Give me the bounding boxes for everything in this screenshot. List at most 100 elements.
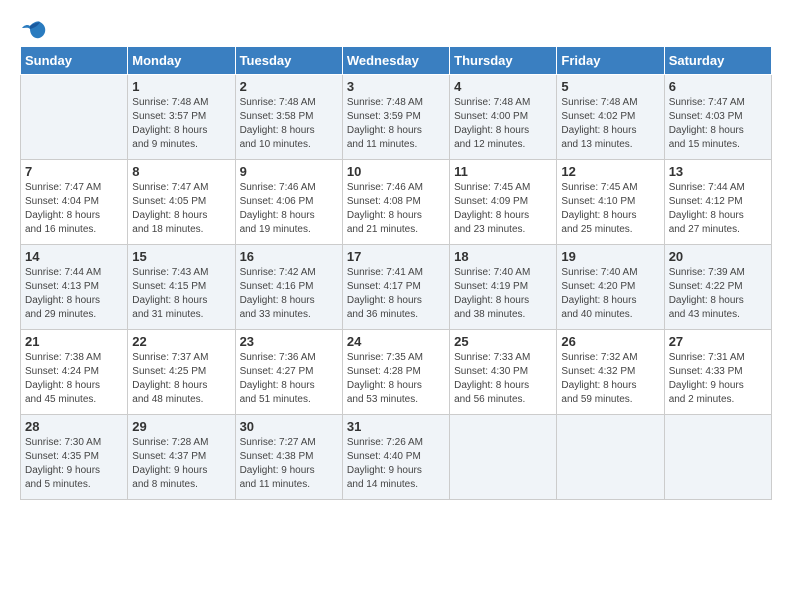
header-day-sunday: Sunday (21, 47, 128, 75)
calendar-cell (664, 415, 771, 500)
calendar-cell: 1Sunrise: 7:48 AM Sunset: 3:57 PM Daylig… (128, 75, 235, 160)
week-row-2: 7 Sunrise: 7:47 AM Sunset: 4:04 PM Daylig… (21, 160, 772, 245)
logo-bird-icon (22, 20, 46, 40)
day-info: Sunrise: 7:47 AM Sunset: 4:05 PM Dayligh… (132, 181, 230, 237)
calendar-cell: 16 Sunrise: 7:42 AM Sunset: 4:16 PM Dayli… (235, 245, 342, 330)
day-number: 12 (561, 164, 659, 179)
day-number: 8 (132, 164, 230, 179)
day-info: Sunrise: 7:46 AM Sunset: 4:08 PM Dayligh… (347, 181, 445, 237)
calendar-cell: 23 Sunrise: 7:36 AM Sunset: 4:27 PM Dayli… (235, 330, 342, 415)
calendar-header: SundayMondayTuesdayWednesdayThursdayFrid… (21, 47, 772, 75)
day-info: Sunrise: 7:42 AM Sunset: 4:16 PM Dayligh… (240, 266, 338, 322)
day-number: 7 (25, 164, 123, 179)
day-number: 15 (132, 249, 230, 264)
calendar-cell: 6 Sunrise: 7:47 AM Sunset: 4:03 PM Daylig… (664, 75, 771, 160)
day-number: 25 (454, 334, 552, 349)
calendar-cell: 12 Sunrise: 7:45 AM Sunset: 4:10 PM Dayli… (557, 160, 664, 245)
day-number: 28 (25, 419, 123, 434)
day-info: Sunrise: 7:28 AM Sunset: 4:37 PM Dayligh… (132, 436, 230, 492)
day-number: 23 (240, 334, 338, 349)
calendar-cell: 11 Sunrise: 7:45 AM Sunset: 4:09 PM Dayli… (450, 160, 557, 245)
calendar-cell: 21 Sunrise: 7:38 AM Sunset: 4:24 PM Dayli… (21, 330, 128, 415)
day-info: Sunrise: 7:47 AM Sunset: 4:03 PM Dayligh… (669, 96, 767, 152)
day-number: 3 (347, 79, 445, 94)
day-number: 17 (347, 249, 445, 264)
day-number: 2 (240, 79, 338, 94)
calendar-cell: 13Sunrise: 7:44 AM Sunset: 4:12 PM Dayli… (664, 160, 771, 245)
day-info: Sunrise: 7:45 AM Sunset: 4:09 PM Dayligh… (454, 181, 552, 237)
day-number: 26 (561, 334, 659, 349)
day-info: Sunrise: 7:45 AM Sunset: 4:10 PM Dayligh… (561, 181, 659, 237)
calendar-cell: 5 Sunrise: 7:48 AM Sunset: 4:02 PM Daylig… (557, 75, 664, 160)
header-day-friday: Friday (557, 47, 664, 75)
calendar-cell: 29Sunrise: 7:28 AM Sunset: 4:37 PM Dayli… (128, 415, 235, 500)
day-number: 20 (669, 249, 767, 264)
day-number: 24 (347, 334, 445, 349)
header-day-tuesday: Tuesday (235, 47, 342, 75)
calendar-cell: 3Sunrise: 7:48 AM Sunset: 3:59 PM Daylig… (342, 75, 449, 160)
day-info: Sunrise: 7:41 AM Sunset: 4:17 PM Dayligh… (347, 266, 445, 322)
day-info: Sunrise: 7:43 AM Sunset: 4:15 PM Dayligh… (132, 266, 230, 322)
day-info: Sunrise: 7:26 AM Sunset: 4:40 PM Dayligh… (347, 436, 445, 492)
calendar-cell: 7 Sunrise: 7:47 AM Sunset: 4:04 PM Daylig… (21, 160, 128, 245)
calendar-table: SundayMondayTuesdayWednesdayThursdayFrid… (20, 46, 772, 500)
day-number: 22 (132, 334, 230, 349)
day-info: Sunrise: 7:30 AM Sunset: 4:35 PM Dayligh… (25, 436, 123, 492)
day-info: Sunrise: 7:48 AM Sunset: 3:58 PM Dayligh… (240, 96, 338, 152)
day-number: 11 (454, 164, 552, 179)
day-number: 31 (347, 419, 445, 434)
day-number: 9 (240, 164, 338, 179)
calendar-cell: 31 Sunrise: 7:26 AM Sunset: 4:40 PM Dayli… (342, 415, 449, 500)
day-info: Sunrise: 7:38 AM Sunset: 4:24 PM Dayligh… (25, 351, 123, 407)
day-info: Sunrise: 7:39 AM Sunset: 4:22 PM Dayligh… (669, 266, 767, 322)
week-row-5: 28 Sunrise: 7:30 AM Sunset: 4:35 PM Dayli… (21, 415, 772, 500)
day-number: 6 (669, 79, 767, 94)
calendar-cell: 18Sunrise: 7:40 AM Sunset: 4:19 PM Dayli… (450, 245, 557, 330)
day-info: Sunrise: 7:35 AM Sunset: 4:28 PM Dayligh… (347, 351, 445, 407)
calendar-cell: 15 Sunrise: 7:43 AM Sunset: 4:15 PM Dayli… (128, 245, 235, 330)
day-number: 1 (132, 79, 230, 94)
calendar-cell: 24 Sunrise: 7:35 AM Sunset: 4:28 PM Dayli… (342, 330, 449, 415)
calendar-cell: 30 Sunrise: 7:27 AM Sunset: 4:38 PM Dayli… (235, 415, 342, 500)
day-info: Sunrise: 7:40 AM Sunset: 4:20 PM Dayligh… (561, 266, 659, 322)
calendar-cell: 9 Sunrise: 7:46 AM Sunset: 4:06 PM Daylig… (235, 160, 342, 245)
calendar-cell (557, 415, 664, 500)
day-info: Sunrise: 7:48 AM Sunset: 4:02 PM Dayligh… (561, 96, 659, 152)
calendar-cell: 25 Sunrise: 7:33 AM Sunset: 4:30 PM Dayli… (450, 330, 557, 415)
week-row-4: 21 Sunrise: 7:38 AM Sunset: 4:24 PM Dayli… (21, 330, 772, 415)
calendar-cell: 14Sunrise: 7:44 AM Sunset: 4:13 PM Dayli… (21, 245, 128, 330)
header-row: SundayMondayTuesdayWednesdayThursdayFrid… (21, 47, 772, 75)
day-number: 27 (669, 334, 767, 349)
day-number: 21 (25, 334, 123, 349)
day-number: 5 (561, 79, 659, 94)
week-row-1: 1Sunrise: 7:48 AM Sunset: 3:57 PM Daylig… (21, 75, 772, 160)
day-info: Sunrise: 7:40 AM Sunset: 4:19 PM Dayligh… (454, 266, 552, 322)
header-day-monday: Monday (128, 47, 235, 75)
calendar-cell (21, 75, 128, 160)
day-number: 19 (561, 249, 659, 264)
logo (20, 20, 46, 36)
calendar-cell: 17 Sunrise: 7:41 AM Sunset: 4:17 PM Dayli… (342, 245, 449, 330)
day-info: Sunrise: 7:31 AM Sunset: 4:33 PM Dayligh… (669, 351, 767, 407)
day-info: Sunrise: 7:33 AM Sunset: 4:30 PM Dayligh… (454, 351, 552, 407)
day-number: 30 (240, 419, 338, 434)
day-info: Sunrise: 7:32 AM Sunset: 4:32 PM Dayligh… (561, 351, 659, 407)
calendar-cell: 2 Sunrise: 7:48 AM Sunset: 3:58 PM Daylig… (235, 75, 342, 160)
calendar-cell: 4Sunrise: 7:48 AM Sunset: 4:00 PM Daylig… (450, 75, 557, 160)
day-info: Sunrise: 7:46 AM Sunset: 4:06 PM Dayligh… (240, 181, 338, 237)
day-info: Sunrise: 7:27 AM Sunset: 4:38 PM Dayligh… (240, 436, 338, 492)
calendar-cell: 20 Sunrise: 7:39 AM Sunset: 4:22 PM Dayli… (664, 245, 771, 330)
calendar-cell: 26 Sunrise: 7:32 AM Sunset: 4:32 PM Dayli… (557, 330, 664, 415)
page-header (20, 20, 772, 36)
week-row-3: 14Sunrise: 7:44 AM Sunset: 4:13 PM Dayli… (21, 245, 772, 330)
day-info: Sunrise: 7:36 AM Sunset: 4:27 PM Dayligh… (240, 351, 338, 407)
calendar-cell: 22Sunrise: 7:37 AM Sunset: 4:25 PM Dayli… (128, 330, 235, 415)
day-number: 16 (240, 249, 338, 264)
calendar-cell: 27 Sunrise: 7:31 AM Sunset: 4:33 PM Dayli… (664, 330, 771, 415)
calendar-cell (450, 415, 557, 500)
calendar-cell: 8 Sunrise: 7:47 AM Sunset: 4:05 PM Daylig… (128, 160, 235, 245)
calendar-cell: 19 Sunrise: 7:40 AM Sunset: 4:20 PM Dayli… (557, 245, 664, 330)
day-info: Sunrise: 7:47 AM Sunset: 4:04 PM Dayligh… (25, 181, 123, 237)
calendar-cell: 10Sunrise: 7:46 AM Sunset: 4:08 PM Dayli… (342, 160, 449, 245)
day-number: 13 (669, 164, 767, 179)
